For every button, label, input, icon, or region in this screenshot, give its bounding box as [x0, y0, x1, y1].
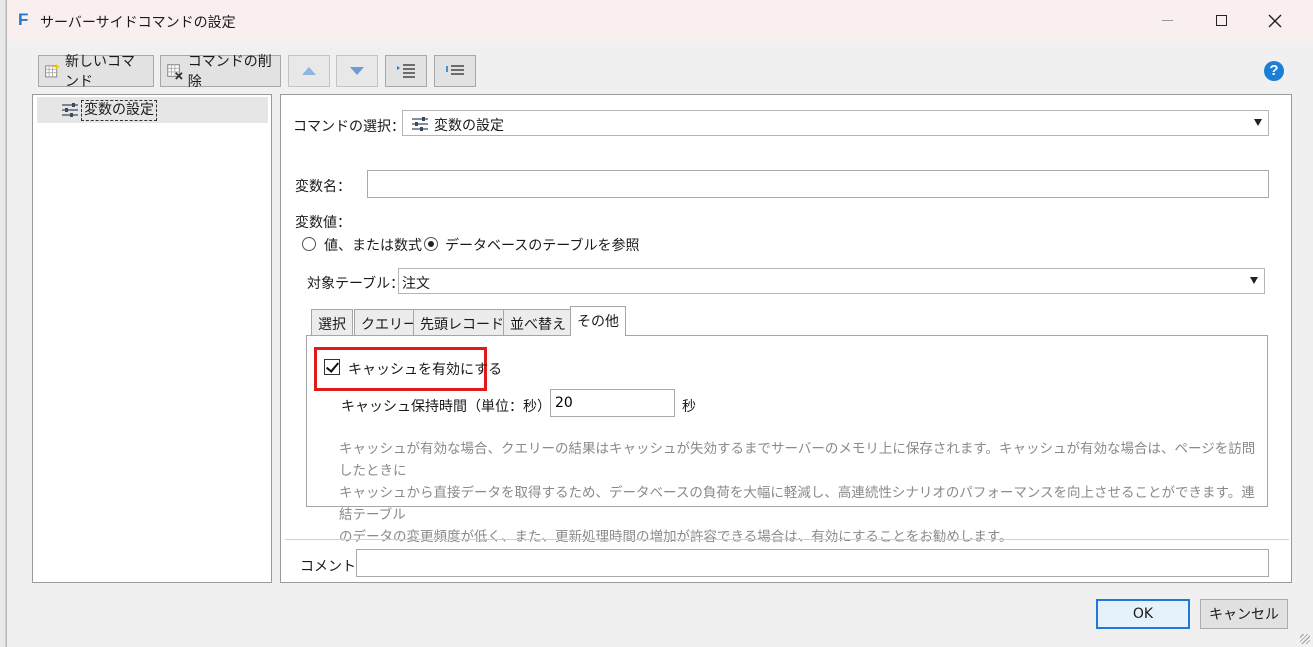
- tab-top-records[interactable]: 先頭レコード: [413, 309, 511, 335]
- close-icon: [1268, 14, 1282, 27]
- cache-enable-checkbox[interactable]: [324, 359, 340, 375]
- description-line: キャッシュが有効な場合、クエリーの結果はキャッシュが失効するまでサーバーのメモリ…: [339, 441, 1256, 479]
- cache-enable-label[interactable]: キャッシュを有効にする: [348, 359, 502, 379]
- indent-button[interactable]: [385, 55, 427, 87]
- move-up-button[interactable]: [288, 55, 330, 87]
- ok-button[interactable]: OK: [1096, 599, 1190, 629]
- sliders-icon: [412, 117, 428, 131]
- description-line: キャッシュから直接データを取得するため、データベースの負荷を大幅に軽減し、高連続…: [339, 485, 1255, 523]
- variable-name-input[interactable]: [367, 170, 1269, 198]
- delete-command-button[interactable]: コマンドの削除: [160, 54, 281, 90]
- description-line: のデータの変更頻度が低く、また、更新処理時間の増加が許容できる場合は、有効にする…: [339, 529, 1013, 545]
- indent-icon: [397, 64, 415, 78]
- move-down-button[interactable]: [336, 55, 378, 87]
- cache-time-input[interactable]: [550, 389, 675, 417]
- sliders-icon: [62, 103, 78, 117]
- tab-sort[interactable]: 並べ替え: [503, 309, 573, 335]
- resize-grip[interactable]: [1300, 634, 1310, 644]
- command-select-label: コマンドの選択：: [293, 119, 405, 135]
- target-table-label: 対象テーブル：: [307, 276, 405, 292]
- title-bar: F サーバーサイドコマンドの設定: [7, 0, 1313, 41]
- app-logo-icon: F: [18, 10, 29, 29]
- chevron-down-icon: [1254, 119, 1262, 126]
- triangle-down-icon: [350, 67, 364, 75]
- radio-database[interactable]: [424, 237, 438, 251]
- command-select-dropdown[interactable]: 変数の設定: [402, 110, 1269, 136]
- command-tree[interactable]: 変数の設定: [32, 94, 272, 583]
- help-icon[interactable]: ?: [1264, 61, 1284, 81]
- radio-database-label[interactable]: データベースのテーブルを参照: [445, 235, 639, 255]
- variable-value-label: 変数値：: [295, 215, 351, 231]
- radio-formula-label[interactable]: 値、または数式: [324, 235, 422, 255]
- tab-other[interactable]: その他: [570, 306, 626, 336]
- new-command-label: 新しいコマンド: [64, 54, 135, 90]
- tree-item-label: 変数の設定: [81, 100, 157, 121]
- target-table-dropdown[interactable]: 注文: [398, 268, 1265, 294]
- comment-label: コメント: [300, 559, 356, 575]
- cancel-button[interactable]: キャンセル: [1200, 599, 1288, 629]
- delete-command-label: コマンドの削除: [187, 54, 272, 90]
- server-side-command-dialog: F サーバーサイドコマンドの設定 新しいコマンド コマンドの削除 ? 変数の設定…: [6, 0, 1313, 647]
- cache-description: キャッシュが有効な場合、クエリーの結果はキャッシュが失効するまでサーバーのメモリ…: [339, 438, 1259, 548]
- tab-select[interactable]: 選択: [311, 309, 353, 335]
- outdent-button[interactable]: [434, 55, 476, 87]
- new-command-icon: [45, 63, 61, 78]
- minimize-button[interactable]: [1141, 0, 1193, 41]
- divider: [285, 539, 1289, 540]
- cache-time-unit: 秒: [682, 399, 696, 415]
- command-select-value: 変数の設定: [434, 118, 504, 134]
- close-button[interactable]: [1249, 0, 1301, 41]
- cache-time-label: キャッシュ保持時間（単位：秒）: [341, 399, 551, 415]
- target-table-value: 注文: [402, 276, 430, 292]
- outdent-icon: [446, 65, 464, 75]
- new-command-button[interactable]: 新しいコマンド: [38, 54, 154, 90]
- minimize-icon: [1161, 20, 1173, 21]
- maximize-icon: [1215, 15, 1227, 26]
- tree-item-variable-setting[interactable]: 変数の設定: [37, 97, 268, 123]
- window-title: サーバーサイドコマンドの設定: [40, 15, 236, 31]
- maximize-button[interactable]: [1195, 0, 1247, 41]
- radio-formula[interactable]: [302, 237, 316, 251]
- delete-command-icon: [167, 64, 183, 80]
- variable-name-label: 変数名：: [295, 179, 351, 195]
- comment-input[interactable]: [356, 549, 1269, 577]
- triangle-up-icon: [302, 67, 316, 75]
- chevron-down-icon: [1250, 277, 1258, 284]
